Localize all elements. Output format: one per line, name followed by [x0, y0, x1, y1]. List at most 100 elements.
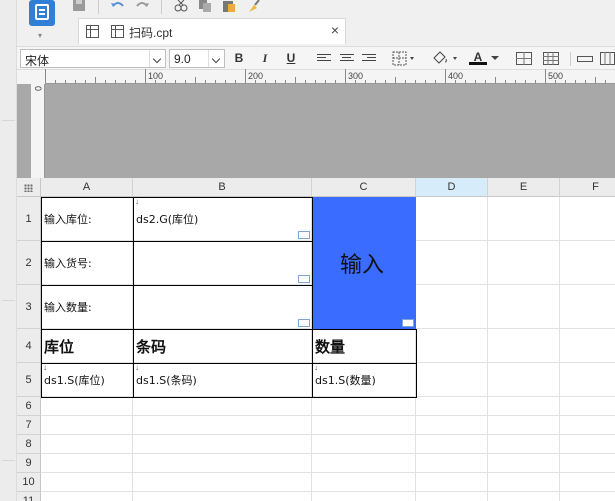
paste-icon[interactable]	[220, 0, 238, 12]
column-header-b[interactable]: B	[133, 178, 312, 197]
border-icon[interactable]	[392, 51, 416, 67]
format-brush-icon[interactable]	[244, 0, 262, 12]
undo-icon[interactable]	[109, 0, 127, 12]
align-left-icon[interactable]	[317, 54, 331, 63]
redo-icon[interactable]	[133, 0, 151, 12]
cell-a2[interactable]: 输入货号:	[42, 241, 132, 285]
widget-marker-icon[interactable]	[298, 275, 310, 283]
gridline	[487, 197, 488, 501]
grip-icon	[24, 184, 33, 192]
row-header-3[interactable]: 3	[17, 285, 41, 329]
font-color-chevron-down-icon[interactable]	[491, 56, 499, 61]
vertical-ruler: 0	[31, 84, 45, 178]
gridline	[41, 491, 615, 492]
fill-color-icon[interactable]	[431, 50, 459, 67]
quick-toolbar	[70, 0, 262, 16]
row-header-4[interactable]: 4	[17, 329, 41, 363]
expand-down-arrow-icon: ↓	[43, 363, 47, 372]
row-header-6[interactable]: 6	[17, 397, 41, 416]
ruler-tick	[95, 77, 96, 83]
ruler-tick	[415, 80, 416, 83]
cell-a4[interactable]: 库位	[42, 329, 132, 363]
expand-down-arrow-icon: ↓	[135, 197, 139, 206]
input-cell-label: 输入	[340, 253, 385, 278]
chevron-down-icon[interactable]	[149, 50, 165, 67]
spreadsheet-grid[interactable]: A B C D E F 1 2 3 4 5 6 7 8 9 10 11 输入 输入库位: ds2.G(库位) 输入货号:…	[17, 178, 615, 501]
ruler-tick	[105, 80, 106, 83]
gridline	[41, 472, 615, 473]
vertical-ruler-mark: 0	[33, 86, 43, 92]
ruler-tick	[385, 80, 386, 83]
font-color-button[interactable]: A	[469, 50, 487, 65]
align-center-icon[interactable]	[340, 54, 354, 63]
font-name-select[interactable]: 宋体	[20, 49, 166, 68]
ruler-tick	[565, 80, 566, 83]
cell-b1[interactable]: ds2.G(库位)	[134, 197, 311, 241]
ruler-label: 500	[548, 71, 564, 81]
font-name-value: 宋体	[25, 54, 50, 68]
cell-a5[interactable]: ds1.S(库位)	[42, 363, 132, 397]
row-header-11[interactable]: 11	[17, 492, 41, 501]
cell-a3[interactable]: 输入数量:	[42, 285, 132, 329]
ruler-label: 300	[348, 71, 364, 81]
ruler-tick	[475, 80, 476, 83]
row-header-1[interactable]: 1	[17, 197, 41, 241]
cell-b4[interactable]: 条码	[134, 329, 311, 363]
insert-column-icon[interactable]	[600, 52, 615, 66]
italic-button[interactable]: I	[256, 50, 274, 67]
cell-c5[interactable]: ds1.S(数量)	[313, 363, 415, 397]
gridline	[559, 197, 560, 501]
row-header-10[interactable]: 10	[17, 473, 41, 492]
widget-marker-icon[interactable]	[298, 319, 310, 327]
report-file-icon	[111, 25, 124, 38]
cell-c4[interactable]: 数量	[313, 329, 415, 363]
ruler-tick	[115, 80, 116, 83]
close-icon[interactable]: ×	[331, 22, 339, 38]
column-header-c[interactable]: C	[312, 178, 416, 197]
row-header-9[interactable]: 9	[17, 454, 41, 473]
underline-button[interactable]: U	[282, 50, 300, 67]
ruler-tick	[585, 80, 586, 83]
cell-b5[interactable]: ds1.S(条码)	[134, 363, 311, 397]
column-header-e[interactable]: E	[488, 178, 560, 197]
gridline	[41, 453, 615, 454]
column-header-a[interactable]: A	[41, 178, 133, 197]
ruler-tick	[575, 80, 576, 83]
ruler-tick	[245, 69, 246, 83]
row-header-2[interactable]: 2	[17, 241, 41, 285]
ruler-tick	[215, 80, 216, 83]
ruler-tick	[75, 80, 76, 83]
horizontal-ruler: 100 200 300 400 500	[45, 69, 615, 84]
ruler-area: 100 200 300 400 500 0	[17, 69, 615, 178]
copy-icon[interactable]	[196, 0, 214, 12]
grid-layout-icon[interactable]	[86, 25, 99, 38]
column-header-d[interactable]: D	[416, 178, 488, 197]
row-header-8[interactable]: 8	[17, 435, 41, 454]
ruler-tick	[345, 69, 346, 83]
report-tab[interactable]: 扫码.cpt ×	[78, 18, 346, 44]
row-header-5[interactable]: 5	[17, 363, 41, 397]
ruler-tick	[185, 80, 186, 83]
font-size-select[interactable]: 9.0	[169, 49, 225, 68]
cell-a1[interactable]: 输入库位:	[42, 197, 132, 241]
widget-marker-icon[interactable]	[298, 231, 310, 239]
bold-button[interactable]: B	[230, 50, 248, 67]
row-header-7[interactable]: 7	[17, 416, 41, 435]
merge-cells-icon[interactable]	[516, 52, 532, 66]
font-size-value: 9.0	[174, 52, 191, 66]
select-all-corner[interactable]	[17, 178, 41, 197]
insert-row-icon[interactable]	[577, 54, 593, 64]
column-header-f[interactable]: F	[560, 178, 615, 197]
left-side-strip	[0, 0, 17, 501]
cut-icon[interactable]	[172, 0, 190, 12]
ruler-tick	[295, 77, 296, 83]
chevron-down-icon[interactable]	[208, 50, 224, 67]
widget-marker-icon[interactable]	[402, 319, 414, 327]
app-menu-chevron-down-icon[interactable]: ▾	[38, 31, 42, 40]
ruler-tick	[305, 80, 306, 83]
split-cells-icon[interactable]	[543, 52, 559, 66]
report-designer-app-icon[interactable]	[29, 0, 55, 26]
ruler-tick	[45, 69, 46, 83]
align-right-icon[interactable]	[362, 54, 376, 63]
save-icon[interactable]	[70, 0, 88, 12]
